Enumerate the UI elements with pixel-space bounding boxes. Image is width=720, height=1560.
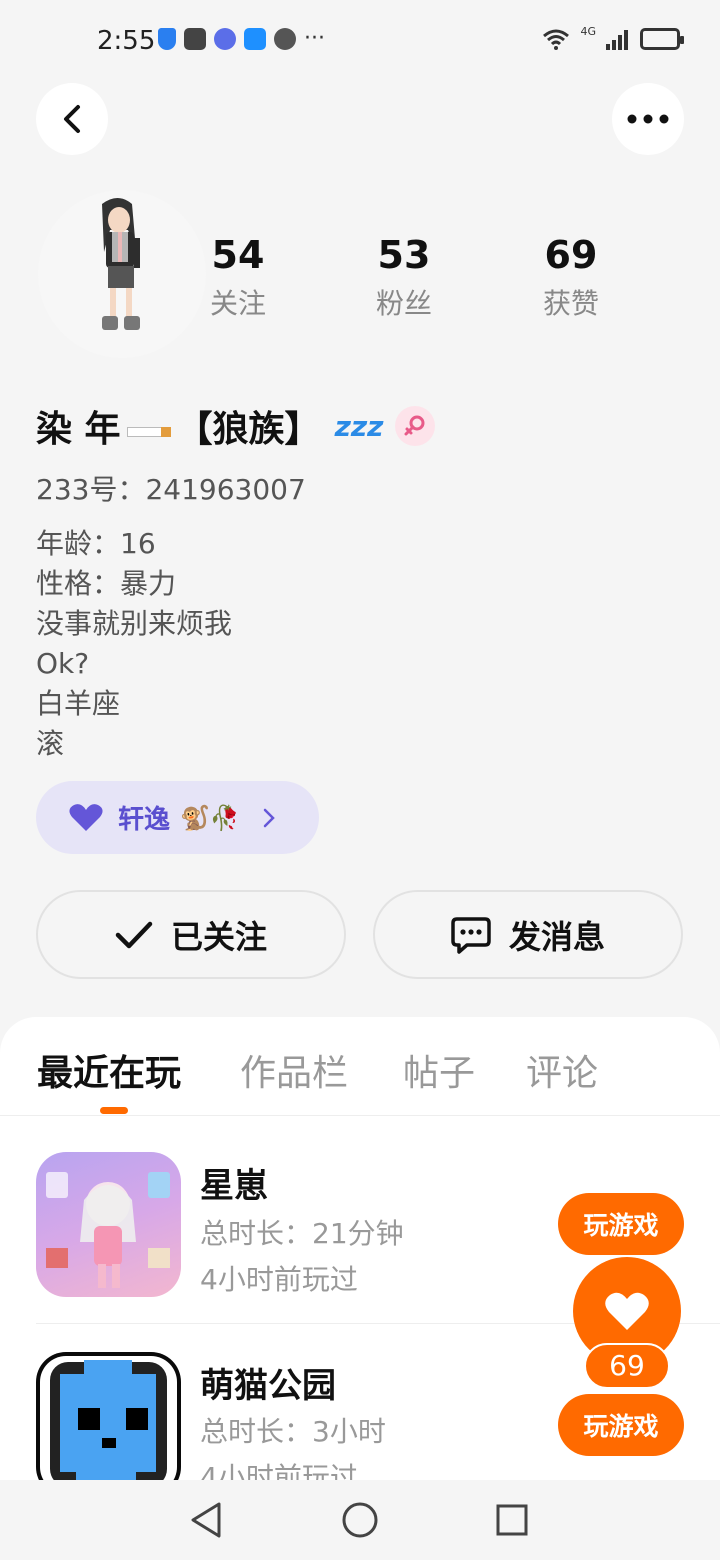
nav-back-button[interactable] xyxy=(184,1498,228,1542)
square-recents-icon xyxy=(496,1504,528,1536)
game-last-played: 4小时前玩过 xyxy=(200,1263,358,1296)
nav-recents-button[interactable] xyxy=(490,1498,534,1542)
nickname-text: 染 年 xyxy=(36,409,121,450)
game-title: 萌猫公园 xyxy=(200,1366,336,1406)
network-type: 4G xyxy=(580,24,596,38)
wechat-icon xyxy=(274,28,296,50)
chevron-right-icon xyxy=(263,808,275,827)
game-icon-xingzai xyxy=(36,1152,181,1297)
tab-works[interactable]: 作品栏 xyxy=(240,1044,348,1096)
status-bar: 2:55 ··· 4G xyxy=(0,0,720,84)
nickname: 染 年 【狼族】 zzz xyxy=(36,400,436,452)
game-duration: 总时长：21分钟 xyxy=(200,1217,404,1250)
back-button[interactable] xyxy=(36,83,108,155)
stat-value: 54 xyxy=(211,233,265,277)
stat-label: 粉丝 xyxy=(375,287,432,320)
follow-button[interactable]: 已关注 xyxy=(36,890,346,979)
chat-bubble-icon xyxy=(451,916,491,954)
stat-value: 69 xyxy=(544,233,598,277)
club-badge-button[interactable]: 轩逸 🐒🥀 xyxy=(36,781,319,854)
heart-icon xyxy=(605,1292,649,1330)
system-status-icons: 4G xyxy=(542,24,684,50)
music-icon xyxy=(214,28,236,50)
game-icon-cat-park xyxy=(36,1352,181,1480)
chevron-left-icon xyxy=(64,105,80,133)
bio-line: Ok? xyxy=(36,647,90,680)
stat-followers[interactable]: 53 粉丝 xyxy=(334,232,474,322)
bio: 年龄：16 性格：暴力 没事就别来烦我 Ok? 白羊座 滚 xyxy=(36,524,232,764)
nickname-suffix: 【狼族】 xyxy=(176,409,321,450)
follow-label: 已关注 xyxy=(170,917,267,956)
club-emoji: 🐒🥀 xyxy=(180,803,240,832)
battery-icon xyxy=(640,28,684,50)
huawei-app-icon xyxy=(184,28,206,50)
stat-likes[interactable]: 69 获赞 xyxy=(501,232,641,322)
bio-line: 白羊座 xyxy=(36,687,121,720)
shield-icon xyxy=(158,28,176,50)
heart-icon xyxy=(69,803,103,831)
game-last-played: 4小时前玩过 xyxy=(200,1461,358,1480)
nav-home-button[interactable] xyxy=(338,1498,382,1542)
stat-label: 获赞 xyxy=(542,287,599,320)
bio-line: 年龄：16 xyxy=(36,527,156,560)
check-icon xyxy=(115,921,153,948)
cigarette-emoji xyxy=(126,427,171,437)
stat-value: 53 xyxy=(377,233,431,277)
message-label: 发消息 xyxy=(508,917,605,956)
tab-indicator xyxy=(100,1107,128,1114)
wifi-icon xyxy=(543,29,570,50)
more-horizontal-icon xyxy=(627,114,669,124)
triangle-back-icon xyxy=(191,1502,221,1538)
female-gender-icon xyxy=(395,406,436,446)
tab-posts[interactable]: 帖子 xyxy=(403,1044,475,1096)
stat-following[interactable]: 54 关注 xyxy=(168,232,308,322)
sleeping-emoji: zzz xyxy=(334,409,384,443)
user-id: 233号：241963007 xyxy=(36,473,306,506)
like-count: 69 xyxy=(584,1343,670,1389)
play-game-button[interactable]: 玩游戏 xyxy=(558,1193,684,1255)
status-time: 2:55 xyxy=(97,26,156,56)
divider xyxy=(0,1115,720,1116)
play-game-button[interactable]: 玩游戏 xyxy=(558,1394,684,1456)
tab-comments[interactable]: 评论 xyxy=(526,1044,598,1096)
bio-line: 性格：暴力 xyxy=(36,567,177,600)
notification-icons: ··· xyxy=(158,28,325,50)
game-title: 星崽 xyxy=(200,1166,268,1206)
tab-recently-played[interactable]: 最近在玩 xyxy=(37,1044,181,1096)
circle-home-icon xyxy=(342,1502,378,1538)
system-nav-bar xyxy=(0,1480,720,1560)
more-notifications-indicator: ··· xyxy=(304,26,325,51)
club-name: 轩逸 xyxy=(118,805,171,835)
more-options-button[interactable] xyxy=(612,83,684,155)
signal-icon xyxy=(606,30,628,50)
stat-label: 关注 xyxy=(209,287,266,320)
bio-line: 滚 xyxy=(36,727,65,760)
game-duration: 总时长：3小时 xyxy=(200,1415,386,1448)
weather-icon xyxy=(244,28,266,50)
send-message-button[interactable]: 发消息 xyxy=(373,890,683,979)
bio-line: 没事就别来烦我 xyxy=(36,607,233,640)
